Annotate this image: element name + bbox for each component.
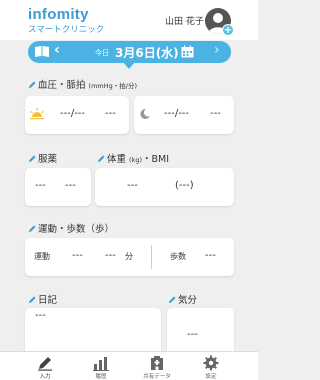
medicine-value-2: --- bbox=[65, 180, 76, 191]
pencil-icon bbox=[29, 296, 36, 303]
pencil-icon bbox=[29, 81, 36, 88]
steps-value: --- bbox=[205, 250, 216, 261]
mood-section-label: 気分 bbox=[168, 292, 197, 306]
bmi-label: ・BMI bbox=[142, 154, 170, 165]
date-navigator: ‹ 今日 3月6日(水) › bbox=[28, 41, 231, 63]
bp-evening-pulse: --- bbox=[210, 108, 221, 119]
exercise-value-1: --- bbox=[72, 250, 83, 261]
tab-settings[interactable]: 設定 bbox=[182, 352, 240, 380]
gear-icon bbox=[203, 355, 219, 371]
exercise-card[interactable]: 運動 --- --- 分 歩数 --- bbox=[25, 238, 234, 276]
exercise-label: 運動・歩数（歩） bbox=[38, 224, 115, 235]
book-icon[interactable] bbox=[34, 44, 50, 60]
prev-day-button[interactable]: ‹ bbox=[54, 42, 60, 58]
bp-section-label: 血圧・脈拍 (mmHg・拍/分) bbox=[28, 77, 137, 91]
steps-label: 歩数 bbox=[170, 252, 186, 261]
diary-section-label: 日記 bbox=[28, 292, 57, 306]
tab-input[interactable]: 入力 bbox=[16, 352, 74, 380]
diary-card[interactable]: --- bbox=[25, 308, 161, 354]
mood-card[interactable]: --- bbox=[167, 308, 234, 354]
tab-settings-label: 設定 bbox=[205, 374, 217, 380]
medicine-label: 服薬 bbox=[38, 154, 58, 165]
bp-morning-card[interactable]: ---/--- --- bbox=[25, 96, 129, 134]
mood-value: --- bbox=[187, 329, 198, 340]
exercise-unit: 分 bbox=[125, 252, 133, 261]
weight-label: 体重 bbox=[107, 154, 127, 165]
app-logo-subtitle: スマートクリニック bbox=[28, 25, 105, 35]
tab-history[interactable]: 履歴 bbox=[72, 352, 130, 380]
weight-card[interactable]: --- (---) bbox=[95, 168, 234, 206]
date-pointer bbox=[123, 62, 135, 69]
exercise-section-label: 運動・歩数（歩） bbox=[28, 221, 114, 235]
pencil-icon bbox=[169, 296, 176, 303]
tab-history-label: 履歴 bbox=[95, 374, 107, 380]
weight-unit: (kg) bbox=[129, 156, 143, 164]
tab-input-label: 入力 bbox=[39, 374, 51, 380]
moon-icon bbox=[140, 108, 150, 119]
bp-morning-value: ---/--- bbox=[60, 108, 86, 119]
bottom-tab-bar: 入力 履歴 共有データ 設定 bbox=[0, 351, 258, 380]
divider bbox=[151, 245, 152, 269]
diary-label: 日記 bbox=[38, 295, 58, 306]
tab-shared-data-label: 共有データ bbox=[143, 374, 171, 380]
bmi-value: (---) bbox=[175, 180, 194, 191]
weight-section-label: 体重 (kg)・BMI bbox=[97, 151, 169, 165]
add-user-icon[interactable]: + bbox=[222, 24, 234, 36]
bp-evening-card[interactable]: ---/--- --- bbox=[134, 96, 234, 134]
sunrise-icon bbox=[30, 108, 44, 120]
pencil-icon bbox=[29, 155, 36, 162]
diary-value: --- bbox=[35, 310, 46, 321]
app-logo: infomity bbox=[28, 6, 89, 23]
weight-value: --- bbox=[127, 180, 138, 191]
today-label[interactable]: 今日 bbox=[95, 48, 109, 58]
pencil-icon bbox=[98, 155, 105, 162]
bp-morning-pulse: --- bbox=[105, 108, 116, 119]
bp-evening-value: ---/--- bbox=[164, 108, 190, 119]
hospital-icon bbox=[151, 356, 163, 370]
bp-unit: (mmHg・拍/分) bbox=[88, 82, 137, 90]
mood-label: 気分 bbox=[178, 295, 198, 306]
pencil-icon bbox=[38, 357, 52, 371]
medicine-section-label: 服薬 bbox=[28, 151, 57, 165]
pencil-icon bbox=[29, 225, 36, 232]
exercise-sub-label: 運動 bbox=[34, 252, 50, 261]
bp-label: 血圧・脈拍 bbox=[38, 80, 86, 91]
medicine-value-1: --- bbox=[35, 180, 46, 191]
medicine-card[interactable]: --- --- bbox=[25, 168, 91, 206]
user-name[interactable]: 山田 花子 bbox=[165, 14, 204, 27]
exercise-value-2: --- bbox=[105, 250, 116, 261]
app-header: infomity スマートクリニック 山田 花子 + bbox=[0, 0, 258, 40]
calendar-icon[interactable] bbox=[181, 45, 194, 58]
chart-icon bbox=[93, 357, 109, 371]
next-day-button[interactable]: › bbox=[214, 42, 220, 58]
tab-shared-data[interactable]: 共有データ bbox=[128, 352, 186, 380]
current-date: 3月6日(水) bbox=[115, 46, 179, 60]
